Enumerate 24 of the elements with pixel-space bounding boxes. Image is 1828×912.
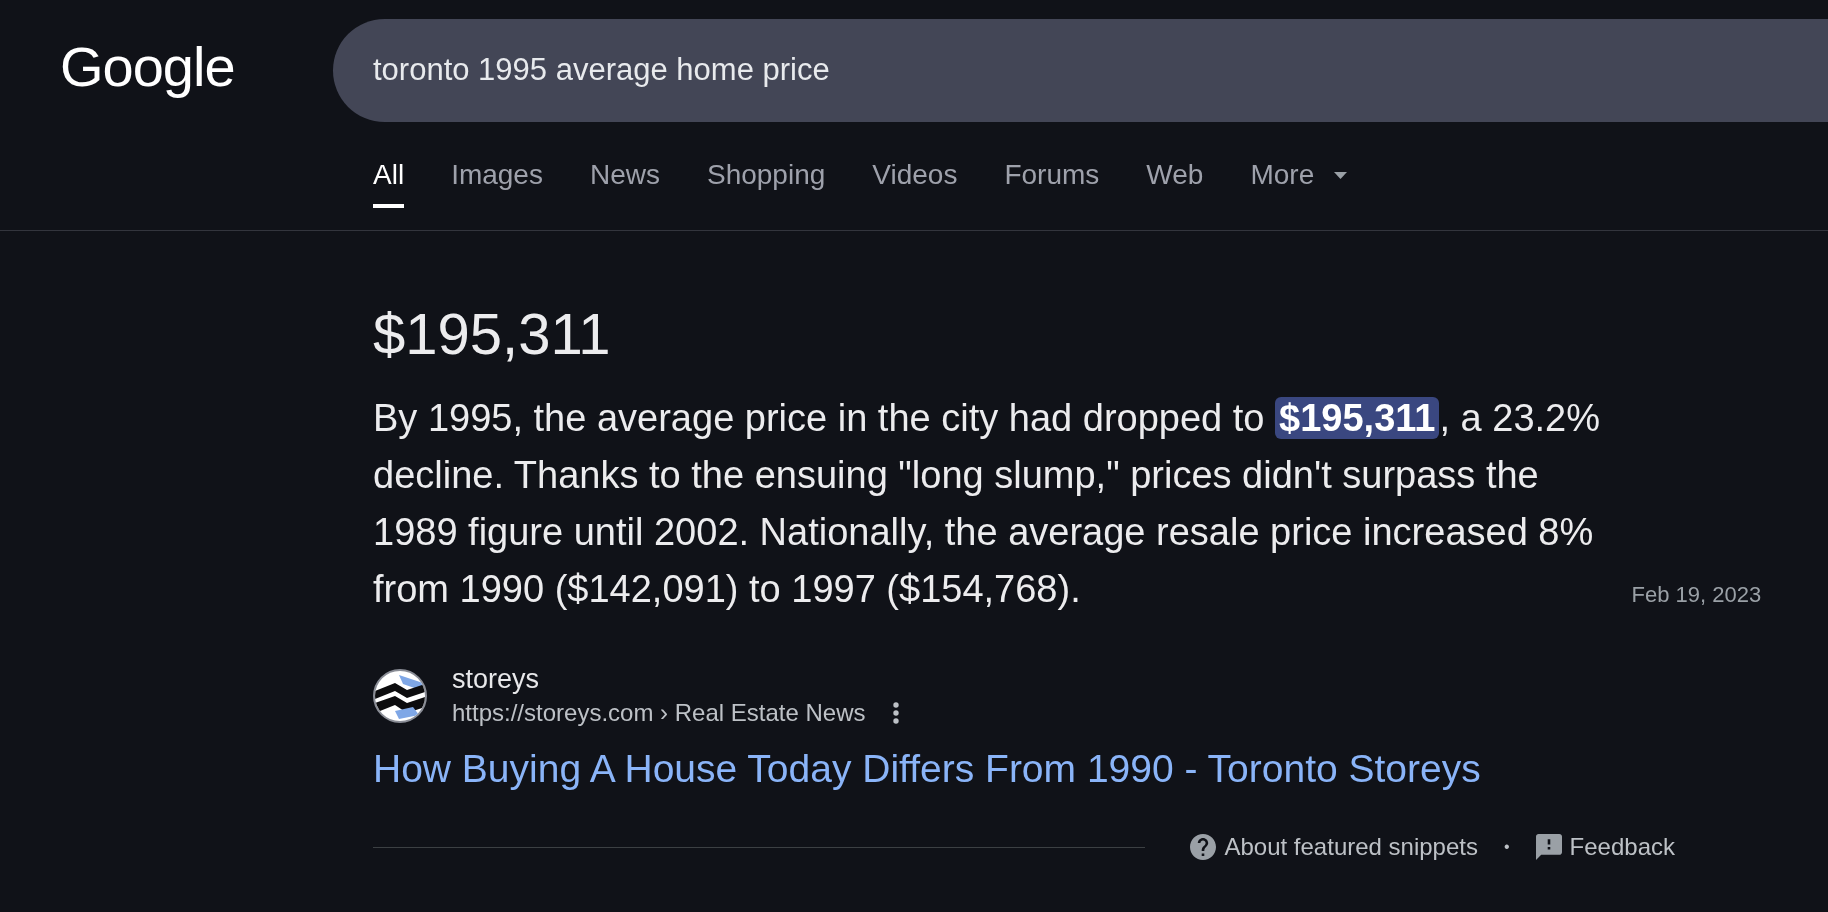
- site-name: storeys: [452, 663, 540, 696]
- search-tab[interactable]: Web: [1146, 140, 1204, 208]
- feedback-icon[interactable]: [1535, 834, 1562, 860]
- search-tab[interactable]: Videos: [872, 140, 958, 208]
- answer-value: $195,311: [373, 300, 611, 368]
- search-tab[interactable]: Forums: [1004, 140, 1100, 208]
- help-icon[interactable]: [1190, 834, 1217, 860]
- google-logo[interactable]: Google: [60, 35, 235, 99]
- search-tab[interactable]: Images: [451, 140, 543, 208]
- search-field[interactable]: toronto 1995 average home price: [333, 18, 1828, 122]
- snippet-date: Feb 19, 2023: [1631, 581, 1762, 609]
- about-snippets-link[interactable]: About featured snippets: [1224, 832, 1478, 862]
- result-title-link[interactable]: How Buying A House Today Differs From 1990 - Toronto Storeys: [373, 746, 1481, 792]
- search-tab[interactable]: Shopping: [706, 140, 826, 208]
- search-tab[interactable]: More: [1250, 140, 1348, 208]
- site-favicon-icon: [373, 669, 427, 723]
- separator-dot: •: [1504, 837, 1510, 857]
- feedback-link[interactable]: Feedback: [1569, 832, 1675, 862]
- kebab-menu-icon[interactable]: [893, 702, 900, 724]
- caret-icon: [1334, 171, 1348, 179]
- snippet-text: By 1995, the average price in the city had dropped to $195,311, a 23.2% decline. Thanks to the ensuing "long slump," prices didn't surpass the 1989 figure until 2002. Nationally, the average resale price increased 8% from 1990 ($142,091) to 1997 ($154,768).: [373, 396, 1601, 612]
- site-url: https://storeys.com › Real Estate News: [452, 698, 866, 728]
- search-tab[interactable]: News: [589, 140, 660, 208]
- search-tab[interactable]: All: [373, 140, 405, 208]
